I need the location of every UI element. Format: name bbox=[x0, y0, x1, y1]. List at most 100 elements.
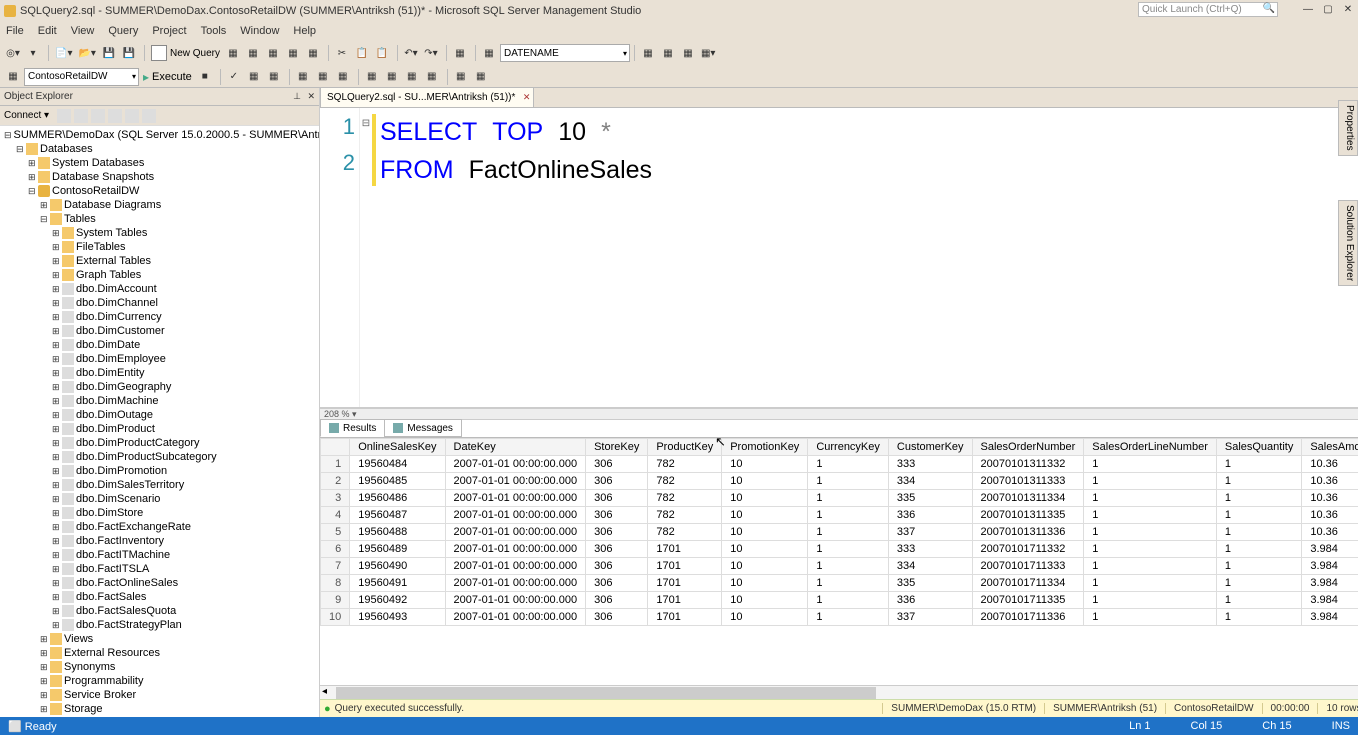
cell[interactable]: 19560484 bbox=[350, 456, 445, 473]
cell[interactable]: 10.36 bbox=[1302, 473, 1358, 490]
tree-node[interactable]: ⊞dbo.FactSalesQuota bbox=[0, 604, 319, 618]
cell[interactable]: 1701 bbox=[648, 575, 722, 592]
script5-icon[interactable]: ▦ bbox=[304, 43, 322, 63]
column-header[interactable]: CustomerKey bbox=[888, 439, 972, 456]
cell[interactable]: 19560489 bbox=[350, 541, 445, 558]
properties-sidetab[interactable]: Properties bbox=[1338, 100, 1358, 156]
table-row[interactable]: 10195604932007-01-01 00:00:00.0003061701… bbox=[321, 609, 1358, 626]
cell[interactable]: 20070101311335 bbox=[972, 507, 1084, 524]
back-icon[interactable]: ◎▾ bbox=[4, 43, 22, 63]
tree-toggle-icon[interactable]: ⊞ bbox=[52, 228, 62, 239]
table-row[interactable]: 9195604922007-01-01 00:00:00.00030617011… bbox=[321, 592, 1358, 609]
cell[interactable]: 19560488 bbox=[350, 524, 445, 541]
tree-toggle-icon[interactable]: ⊞ bbox=[40, 704, 50, 715]
cell[interactable]: 19560485 bbox=[350, 473, 445, 490]
function-dropdown[interactable]: DATENAME bbox=[500, 44, 630, 62]
quick-launch-input[interactable]: Quick Launch (Ctrl+Q) bbox=[1138, 2, 1278, 17]
tree-toggle-icon[interactable]: ⊞ bbox=[52, 620, 62, 631]
tree-toggle-icon[interactable]: ⊟ bbox=[16, 144, 26, 155]
tree-toggle-icon[interactable]: ⊞ bbox=[52, 494, 62, 505]
oe-btn3-icon[interactable] bbox=[91, 109, 105, 123]
tree-toggle-icon[interactable]: ⊞ bbox=[52, 438, 62, 449]
intellisense-icon[interactable]: ▦ bbox=[334, 67, 352, 87]
cell[interactable]: 20070101311334 bbox=[972, 490, 1084, 507]
undo-icon[interactable]: ↶▾ bbox=[402, 43, 420, 63]
tree-toggle-icon[interactable]: ⊞ bbox=[52, 396, 62, 407]
tree-toggle-icon[interactable]: ⊞ bbox=[52, 242, 62, 253]
tree-node[interactable]: ⊞Storage bbox=[0, 702, 319, 716]
cell[interactable]: 19560492 bbox=[350, 592, 445, 609]
tree-node[interactable]: ⊞dbo.DimProductSubcategory bbox=[0, 450, 319, 464]
tree-node[interactable]: ⊞Database Snapshots bbox=[0, 170, 319, 184]
tree-node[interactable]: ⊞Graph Tables bbox=[0, 268, 319, 282]
column-header[interactable]: OnlineSalesKey bbox=[350, 439, 445, 456]
cell[interactable]: 1 bbox=[1084, 473, 1217, 490]
tree-node[interactable]: ⊞dbo.DimSalesTerritory bbox=[0, 478, 319, 492]
tree-toggle-icon[interactable]: ⊞ bbox=[40, 662, 50, 673]
indent-icon[interactable]: ▦ bbox=[363, 67, 381, 87]
cell[interactable]: 1 bbox=[1084, 507, 1217, 524]
menu-window[interactable]: Window bbox=[240, 25, 279, 37]
cell[interactable]: 782 bbox=[648, 490, 722, 507]
tree-node[interactable]: ⊞dbo.DimPromotion bbox=[0, 464, 319, 478]
column-header[interactable]: PromotionKey bbox=[722, 439, 808, 456]
tool4-icon[interactable]: ▦ bbox=[659, 43, 677, 63]
cell[interactable]: 1 bbox=[808, 473, 889, 490]
tree-toggle-icon[interactable]: ⊟ bbox=[28, 186, 38, 197]
tree-toggle-icon[interactable]: ⊞ bbox=[52, 480, 62, 491]
tree-toggle-icon[interactable]: ⊞ bbox=[52, 312, 62, 323]
cell[interactable]: 782 bbox=[648, 473, 722, 490]
fwd-icon[interactable]: ▾ bbox=[24, 43, 42, 63]
column-header[interactable]: StoreKey bbox=[586, 439, 648, 456]
cell[interactable]: 19560491 bbox=[350, 575, 445, 592]
open-icon[interactable]: 📂▾ bbox=[76, 43, 97, 63]
tree-toggle-icon[interactable]: ⊞ bbox=[52, 592, 62, 603]
cell[interactable]: 1 bbox=[1084, 541, 1217, 558]
tree-node[interactable]: ⊞dbo.DimScenario bbox=[0, 492, 319, 506]
tab-close-icon[interactable]: ✕ bbox=[523, 92, 531, 103]
cell[interactable]: 333 bbox=[888, 456, 972, 473]
script3-icon[interactable]: ▦ bbox=[264, 43, 282, 63]
saveall-icon[interactable]: 💾 bbox=[120, 43, 138, 63]
stats-icon[interactable]: ▦ bbox=[314, 67, 332, 87]
tree-node[interactable]: ⊞Programmability bbox=[0, 674, 319, 688]
tree-toggle-icon[interactable]: ⊞ bbox=[52, 452, 62, 463]
table-row[interactable]: 6195604892007-01-01 00:00:00.00030617011… bbox=[321, 541, 1358, 558]
tree-node[interactable]: ⊞dbo.DimEmployee bbox=[0, 352, 319, 366]
solution-explorer-sidetab[interactable]: Solution Explorer bbox=[1338, 200, 1358, 286]
menu-edit[interactable]: Edit bbox=[38, 25, 57, 37]
tree-toggle-icon[interactable]: ⊞ bbox=[40, 634, 50, 645]
cell[interactable]: 306 bbox=[586, 507, 648, 524]
tree-toggle-icon[interactable]: ⊞ bbox=[52, 466, 62, 477]
tree-node[interactable]: ⊟Tables bbox=[0, 212, 319, 226]
tree-node[interactable]: ⊞Synonyms bbox=[0, 660, 319, 674]
cell[interactable]: 10 bbox=[722, 541, 808, 558]
cell[interactable]: 20070101711336 bbox=[972, 609, 1084, 626]
tree-node[interactable]: ⊞Views bbox=[0, 632, 319, 646]
cell[interactable]: 1 bbox=[808, 524, 889, 541]
cell[interactable]: 1 bbox=[1216, 490, 1301, 507]
cell[interactable]: 1 bbox=[1216, 609, 1301, 626]
cell[interactable]: 1 bbox=[1084, 575, 1217, 592]
cell[interactable]: 333 bbox=[888, 541, 972, 558]
cell[interactable]: 337 bbox=[888, 524, 972, 541]
paste-icon[interactable]: 📋 bbox=[373, 43, 391, 63]
connect-button[interactable]: Connect ▾ bbox=[4, 110, 49, 121]
tree-node[interactable]: ⊞FileTables bbox=[0, 240, 319, 254]
tree-node[interactable]: ⊟ContosoRetailDW bbox=[0, 184, 319, 198]
cell[interactable]: 2007-01-01 00:00:00.000 bbox=[445, 592, 586, 609]
table-row[interactable]: 1195604842007-01-01 00:00:00.00030678210… bbox=[321, 456, 1358, 473]
cell[interactable]: 1 bbox=[808, 558, 889, 575]
cell[interactable]: 2007-01-01 00:00:00.000 bbox=[445, 507, 586, 524]
table-row[interactable]: 8195604912007-01-01 00:00:00.00030617011… bbox=[321, 575, 1358, 592]
maximize-button[interactable]: ▢ bbox=[1318, 0, 1338, 18]
tree-node[interactable]: ⊞System Tables bbox=[0, 226, 319, 240]
tree-node[interactable]: ⊞dbo.DimChannel bbox=[0, 296, 319, 310]
cell[interactable]: 1701 bbox=[648, 541, 722, 558]
cell[interactable]: 20070101711334 bbox=[972, 575, 1084, 592]
uncomment-icon[interactable]: ▦ bbox=[423, 67, 441, 87]
messages-tab[interactable]: Messages bbox=[384, 419, 462, 437]
copy-icon[interactable]: 📋 bbox=[353, 43, 371, 63]
tree-toggle-icon[interactable]: ⊞ bbox=[52, 550, 62, 561]
cell[interactable]: 20070101711335 bbox=[972, 592, 1084, 609]
